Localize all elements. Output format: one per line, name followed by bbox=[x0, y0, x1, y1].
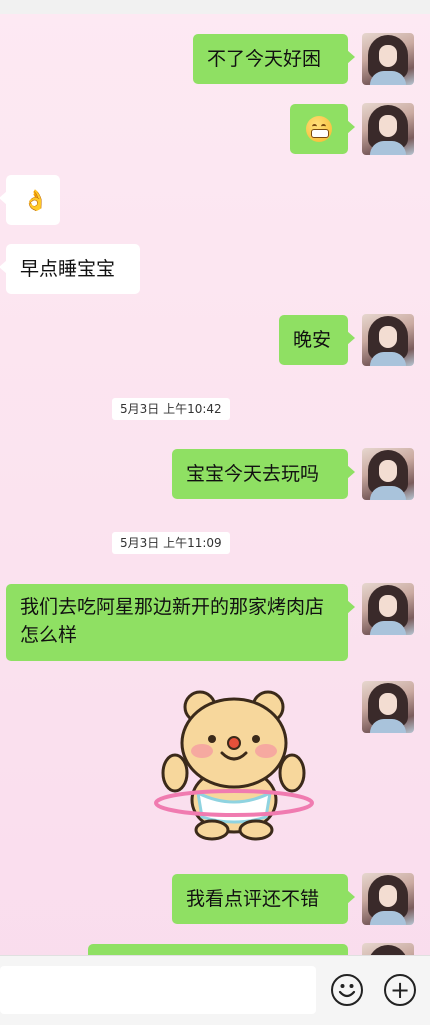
avatar[interactable] bbox=[362, 314, 414, 366]
message-text: 早点睡宝宝 bbox=[20, 258, 116, 280]
bear-sticker-icon[interactable] bbox=[150, 685, 315, 845]
avatar[interactable] bbox=[362, 873, 414, 925]
emoji-button[interactable] bbox=[331, 974, 363, 1006]
avatar[interactable] bbox=[362, 583, 414, 635]
message-bubble-outgoing[interactable]: 不了今天好困 bbox=[193, 34, 355, 84]
message-text: 宝宝今天去玩吗 bbox=[186, 463, 320, 485]
timestamp: 5月3日 上午10:42 bbox=[112, 398, 230, 420]
avatar[interactable] bbox=[362, 103, 414, 155]
message-text: 不了今天好困 bbox=[207, 48, 322, 70]
ok-hand-emoji-icon: 👌 bbox=[23, 188, 48, 212]
message-bubble-outgoing[interactable]: 宝宝今天去玩吗 bbox=[172, 449, 355, 499]
status-bar bbox=[0, 0, 430, 14]
message-bubble-outgoing[interactable]: 我们去吃阿星那边新开的那家烤肉店怎么样 bbox=[6, 584, 355, 661]
plus-button[interactable]: + bbox=[384, 974, 416, 1006]
message-bubble-outgoing[interactable] bbox=[290, 104, 355, 154]
grinning-face-emoji-icon bbox=[306, 116, 332, 142]
message-text: 晚安 bbox=[293, 329, 332, 351]
message-bubble-incoming[interactable]: 早点睡宝宝 bbox=[0, 244, 140, 294]
avatar[interactable] bbox=[362, 681, 414, 733]
message-text: 我们去吃阿星那边新开的那家烤肉店怎么样 bbox=[20, 596, 325, 646]
timestamp: 5月3日 上午11:09 bbox=[112, 532, 230, 554]
avatar[interactable] bbox=[362, 33, 414, 85]
smiley-icon bbox=[338, 984, 356, 998]
message-bubble-outgoing[interactable]: 我看点评还不错 bbox=[172, 874, 355, 924]
input-bar: + bbox=[0, 955, 430, 1025]
avatar[interactable] bbox=[362, 448, 414, 500]
message-input[interactable] bbox=[0, 966, 316, 1014]
message-bubble-outgoing[interactable]: 晚安 bbox=[279, 315, 355, 365]
message-text: 我看点评还不错 bbox=[186, 888, 320, 910]
message-bubble-incoming[interactable]: 👌 bbox=[0, 175, 60, 225]
